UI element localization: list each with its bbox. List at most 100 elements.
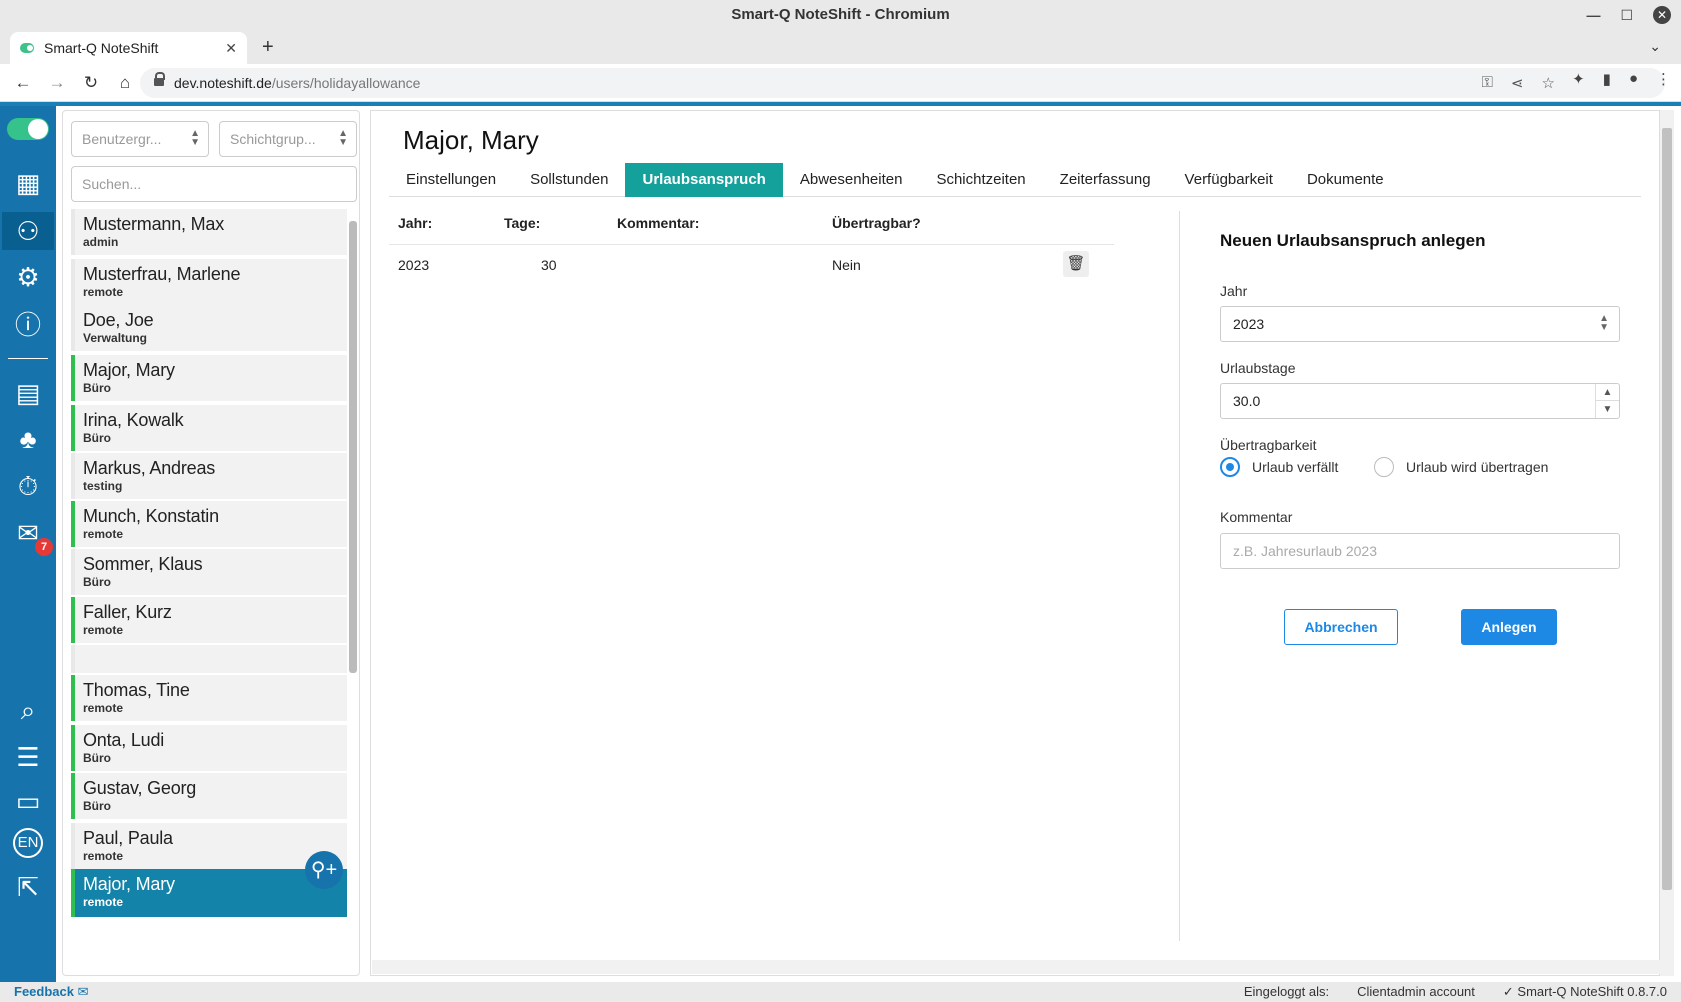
palm-tree-icon[interactable]: ♣ (9, 420, 47, 458)
app-version: ✓ Smart-Q NoteShift 0.8.7.0 (1502, 984, 1667, 999)
favicon-icon (20, 43, 34, 53)
user-list-item[interactable]: Onta, Ludi Büro (71, 725, 347, 771)
main-scroll-thumb[interactable] (1662, 128, 1672, 890)
stopwatch-icon[interactable]: ⏱ (9, 468, 47, 506)
add-user-button[interactable]: ⚲+ (305, 851, 343, 889)
radio-transferred[interactable]: Urlaub wird übertragen (1374, 457, 1548, 477)
browser-tab[interactable]: Smart-Q NoteShift ✕ (10, 32, 247, 64)
select-arrows-icon: ▲ ▼ (338, 128, 348, 148)
radio-button[interactable] (1374, 457, 1394, 477)
search-icon[interactable]: ⌕ (9, 692, 47, 730)
maximize-icon[interactable]: ☐ (1620, 0, 1633, 30)
feedback-link[interactable]: Feedback ✉ (14, 984, 89, 1000)
tab-search-icon[interactable]: ⌄ (1649, 38, 1661, 55)
users-icon[interactable]: ⚇ (2, 212, 54, 250)
user-list-item[interactable]: Thomas, Tine remote (71, 675, 347, 721)
cell-year: 2023 (398, 257, 430, 273)
tab-zeiterfassung[interactable]: Zeiterfassung (1043, 163, 1168, 197)
radio-expires[interactable]: Urlaub verfällt (1220, 457, 1338, 477)
browser-toolbar: ← → ↻ ⌂ dev.noteshift.de/users/holidayal… (0, 64, 1681, 102)
transfer-label: Übertragbarkeit (1220, 437, 1317, 453)
year-select[interactable]: 2023 ▲ ▼ (1220, 306, 1620, 342)
address-bar[interactable]: dev.noteshift.de/users/holidayallowance … (140, 68, 1665, 98)
create-button[interactable]: Anlegen (1461, 609, 1557, 645)
tab-einstellungen[interactable]: Einstellungen (389, 163, 513, 197)
close-tab-icon[interactable]: ✕ (225, 40, 237, 57)
minimize-icon[interactable]: — (1586, 0, 1600, 30)
app-navigation: ▦ ⚇ ⚙ ⓘ ▤ ♣ ⏱ ✉ 7 ⌕ ☰ ▭ EN ⇱ (0, 106, 56, 982)
horizontal-scrollbar[interactable] (372, 960, 1660, 974)
window-titlebar: Smart-Q NoteShift - Chromium — ☐ ✕ (0, 0, 1681, 30)
days-label: Urlaubstage (1220, 360, 1296, 376)
user-list-item[interactable] (71, 645, 347, 673)
comment-input[interactable]: z.B. Jahresurlaub 2023 (1220, 533, 1620, 569)
status-footer: Feedback ✉ Eingeloggt als: Clientadmin a… (0, 982, 1681, 1002)
side-panel-icon[interactable]: ▮ (1603, 70, 1611, 88)
window-title: Smart-Q NoteShift - Chromium (731, 6, 950, 23)
info-icon[interactable]: ⓘ (9, 304, 47, 342)
account-name: Clientadmin account (1357, 984, 1475, 999)
increment-icon[interactable]: ▲ (1596, 384, 1619, 401)
user-list-item[interactable]: Major, Mary Büro (71, 355, 347, 401)
tab-abwesenheiten[interactable]: Abwesenheiten (783, 163, 920, 197)
user-search-input[interactable]: Suchen... (71, 166, 357, 202)
user-list-item[interactable]: Mustermann, Max admin (71, 209, 347, 255)
bookmark-star-icon[interactable]: ☆ (1542, 74, 1555, 92)
user-list: Mustermann, Max admin Musterfrau, Marlene… (71, 209, 347, 975)
profile-icon[interactable]: ● (1629, 70, 1638, 88)
tab-sollstunden[interactable]: Sollstunden (513, 163, 625, 197)
tab-schichtzeiten[interactable]: Schichtzeiten (919, 163, 1042, 197)
user-list-scroll-thumb[interactable] (349, 221, 357, 673)
user-tabs: Einstellungen Sollstunden Urlaubsanspruc… (389, 163, 1641, 197)
share-icon[interactable]: ⋖ (1511, 74, 1524, 92)
delete-button[interactable]: 🗑 (1063, 251, 1089, 277)
user-group-filter[interactable]: Benutzergr... ▲ ▼ (71, 121, 209, 157)
trash-icon: 🗑 (1066, 255, 1086, 272)
decrement-icon[interactable]: ▼ (1596, 401, 1619, 418)
devices-icon[interactable]: ▭ (9, 782, 47, 820)
user-list-item[interactable]: Irina, Kowalk Büro (71, 405, 347, 451)
user-list-item[interactable]: Faller, Kurz remote (71, 597, 347, 643)
user-list-item[interactable]: Sommer, Klaus Büro (71, 549, 347, 595)
days-input[interactable]: 30.0 ▲ ▼ (1220, 383, 1620, 419)
user-list-item[interactable]: Markus, Andreas testing (71, 453, 347, 499)
tab-dokumente[interactable]: Dokumente (1290, 163, 1401, 197)
calendar-icon[interactable]: ▤ (9, 374, 47, 412)
menu-icon[interactable]: ⋮ (1656, 70, 1671, 88)
accent-line (0, 102, 1681, 106)
user-list-item[interactable]: Doe, Joe Verwaltung (71, 305, 347, 351)
tab-verfuegbarkeit[interactable]: Verfügbarkeit (1168, 163, 1290, 197)
reload-icon[interactable]: ↻ (80, 72, 102, 94)
user-list-item[interactable]: Musterfrau, Marlene remote (71, 259, 347, 305)
language-en-icon[interactable]: EN (9, 824, 47, 862)
home-icon[interactable]: ⌂ (114, 72, 136, 94)
main-scrollbar[interactable] (1660, 110, 1674, 976)
panel-divider (1179, 211, 1180, 941)
browser-tab-title: Smart-Q NoteShift (44, 40, 159, 56)
sliders-icon[interactable]: ☰ (9, 738, 47, 776)
cancel-button[interactable]: Abbrechen (1284, 609, 1398, 645)
new-tab-icon[interactable]: + (262, 36, 274, 59)
app-logo[interactable] (7, 118, 49, 140)
key-icon[interactable]: ⚿ (1482, 74, 1493, 92)
url-text[interactable]: dev.noteshift.de/users/holidayallowance (174, 75, 420, 91)
mail-icon[interactable]: ✉ 7 (9, 514, 53, 556)
back-icon[interactable]: ← (12, 72, 34, 94)
window-controls: — ☐ ✕ (1586, 0, 1671, 30)
extensions-icon[interactable]: ✦ (1572, 70, 1585, 88)
select-arrows-icon: ▲ ▼ (1599, 313, 1609, 333)
calendar-check-icon[interactable]: ▦ (9, 164, 47, 202)
logout-icon[interactable]: ⇱ (9, 868, 47, 906)
shift-group-filter[interactable]: Schichtgrup... ▲ ▼ (219, 121, 357, 157)
check-icon: ✓ (1502, 984, 1518, 999)
extension-icons: ✦ ▮ ● ⋮ (1572, 70, 1671, 88)
settings-gear-icon[interactable]: ⚙ (9, 258, 47, 296)
user-list-item[interactable]: Gustav, Georg Büro (71, 773, 347, 819)
radio-button-checked[interactable] (1220, 457, 1240, 477)
user-list-item[interactable]: Munch, Konstatin remote (71, 501, 347, 547)
close-window-icon[interactable]: ✕ (1653, 6, 1671, 24)
main-content: Major, Mary Einstellungen Sollstunden Ur… (370, 110, 1660, 976)
number-stepper[interactable]: ▲ ▼ (1595, 384, 1619, 418)
forward-icon[interactable]: → (46, 72, 68, 94)
tab-urlaubsanspruch[interactable]: Urlaubsanspruch (625, 163, 783, 197)
